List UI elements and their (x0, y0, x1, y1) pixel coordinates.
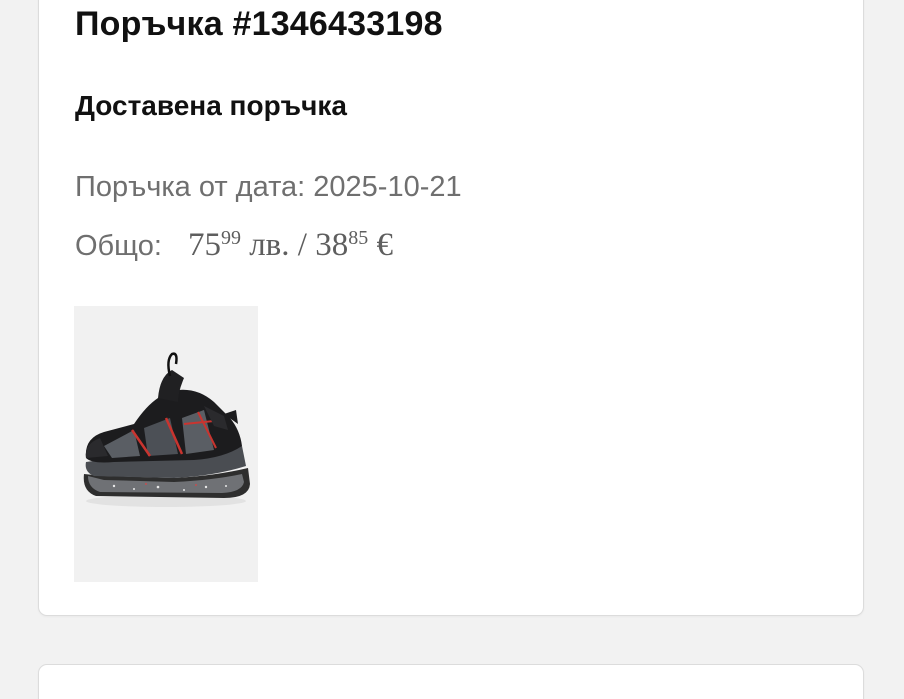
sneaker-icon (74, 306, 258, 582)
price-eur-decimal: 85 (348, 227, 369, 249)
order-details-page: Поръчка #1346433198 Доставена поръчка По… (0, 0, 904, 699)
order-total: Общо: 7599 лв. / 3885 € (75, 225, 393, 266)
order-status: Доставена поръчка (75, 90, 347, 121)
price-bgn: 7599 лв. / 3885 € (188, 227, 393, 263)
order-date: Поръчка от дата: 2025-10-21 (75, 171, 462, 203)
price-bgn-integer: 75 (187, 227, 221, 263)
order-title: Поръчка #1346433198 (75, 5, 443, 43)
total-label: Общо: (75, 230, 162, 262)
price-separator: / (297, 227, 307, 263)
price-bgn-decimal: 99 (220, 227, 241, 249)
price-eur-currency: € (376, 227, 393, 263)
next-order-card (38, 664, 864, 699)
order-card: Поръчка #1346433198 Доставена поръчка По… (38, 0, 864, 616)
price-eur-integer: 38 (315, 227, 349, 263)
product-thumbnail[interactable] (74, 306, 258, 582)
price-bgn-currency: лв. (249, 227, 290, 263)
